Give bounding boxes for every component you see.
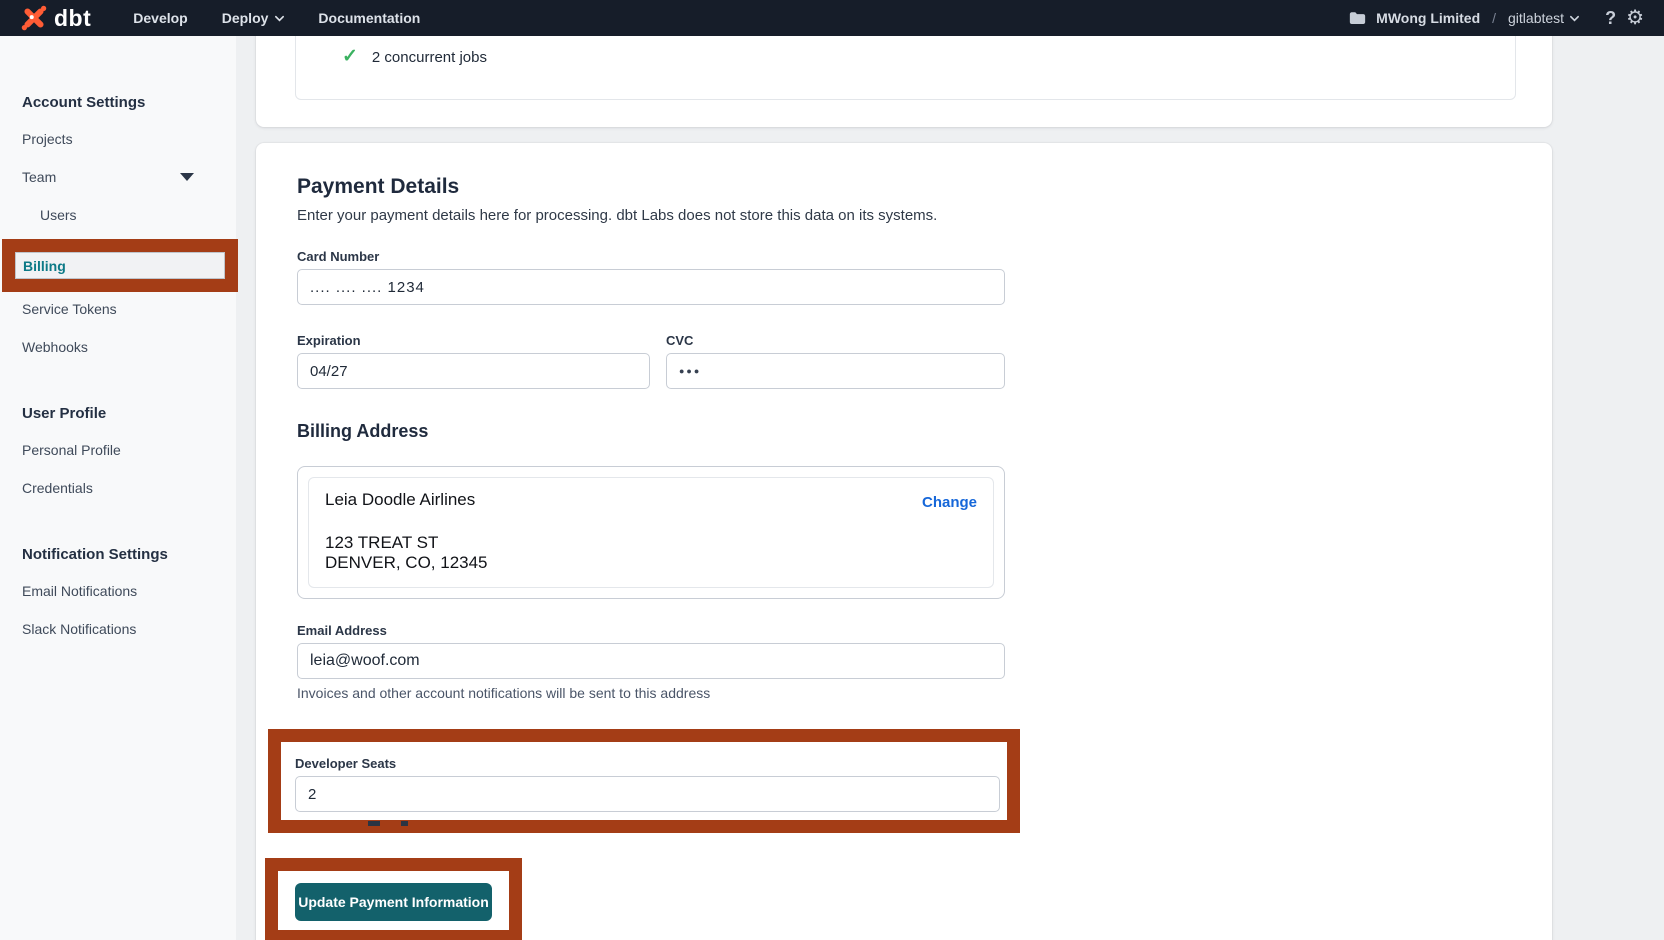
sidebar-item-personal-profile[interactable]: Personal Profile bbox=[0, 442, 236, 458]
annotation-box-update-button: Update Payment Information bbox=[265, 858, 522, 940]
plan-feature-text: 2 concurrent jobs bbox=[372, 49, 487, 66]
change-address-link[interactable]: Change bbox=[922, 494, 977, 511]
sidebar-heading-user-profile: User Profile bbox=[0, 405, 236, 422]
settings-sidebar: Account Settings Projects Team Users Bil… bbox=[0, 36, 236, 940]
project-selector[interactable]: gitlabtest bbox=[1508, 10, 1579, 26]
developer-seats-label: Developer Seats bbox=[295, 756, 1000, 772]
billing-address-lines: 123 TREAT ST DENVER, CO, 12345 bbox=[325, 533, 977, 573]
caret-down-icon bbox=[180, 173, 194, 181]
usage-card: You are currently using 1 seat ✓ 2 concu… bbox=[256, 20, 1552, 127]
billing-address-name: Leia Doodle Airlines bbox=[325, 490, 475, 510]
folder-icon bbox=[1349, 11, 1366, 25]
sidebar-item-projects[interactable]: Projects bbox=[0, 131, 236, 147]
cvc-group: CVC ●●● bbox=[666, 333, 1005, 389]
sidebar-heading-account-settings: Account Settings bbox=[0, 94, 236, 111]
check-icon: ✓ bbox=[342, 48, 358, 66]
chevron-down-icon bbox=[274, 13, 284, 23]
navbar-right: MWong Limited / gitlabtest ? ⚙ bbox=[1349, 8, 1644, 29]
expiration-group: Expiration 04/27 bbox=[297, 333, 650, 389]
annotation-box-billing: Billing bbox=[2, 239, 238, 292]
payment-details-subtitle: Enter your payment details here for proc… bbox=[297, 207, 1005, 225]
developer-seats-input[interactable]: 2 bbox=[295, 776, 1000, 812]
email-label: Email Address bbox=[297, 623, 1005, 639]
nav-item-develop[interactable]: Develop bbox=[133, 10, 187, 26]
expiration-label: Expiration bbox=[297, 333, 650, 349]
top-navbar: dbt Develop Deploy Documentation MWong L… bbox=[0, 0, 1664, 36]
sidebar-item-team[interactable]: Team bbox=[0, 169, 236, 185]
dbt-logo-icon bbox=[20, 4, 48, 32]
cvc-label: CVC bbox=[666, 333, 1005, 349]
sidebar-item-credentials[interactable]: Credentials bbox=[0, 480, 236, 496]
nav-item-documentation[interactable]: Documentation bbox=[318, 10, 420, 26]
cvc-input[interactable]: ●●● bbox=[666, 353, 1005, 389]
sidebar-item-users[interactable]: Users bbox=[0, 207, 236, 223]
payment-details-title: Payment Details bbox=[297, 175, 1005, 199]
dbt-logo[interactable]: dbt bbox=[20, 4, 91, 32]
email-help-text: Invoices and other account notifications… bbox=[297, 685, 1005, 701]
billing-address-inner: Leia Doodle Airlines Change 123 TREAT ST… bbox=[308, 477, 994, 588]
obscured-text-fragment bbox=[401, 821, 408, 826]
card-number-label: Card Number bbox=[297, 249, 1005, 265]
card-number-group: Card Number .... .... .... 1234 bbox=[297, 249, 1005, 305]
obscured-text-fragment bbox=[368, 821, 380, 826]
billing-address-title: Billing Address bbox=[297, 405, 1005, 442]
address-line2: DENVER, CO, 12345 bbox=[325, 553, 977, 573]
expiration-input[interactable]: 04/27 bbox=[297, 353, 650, 389]
help-icon[interactable]: ? bbox=[1605, 8, 1616, 29]
update-payment-button[interactable]: Update Payment Information bbox=[295, 883, 492, 921]
sidebar-item-billing[interactable]: Billing bbox=[15, 252, 225, 279]
sidebar-item-email-notifications[interactable]: Email Notifications bbox=[0, 583, 236, 599]
annotation-box-developer-seats: Developer Seats 2 bbox=[268, 729, 1020, 833]
sidebar-heading-notification-settings: Notification Settings bbox=[0, 546, 236, 563]
gear-icon[interactable]: ⚙ bbox=[1626, 8, 1644, 28]
address-line1: 123 TREAT ST bbox=[325, 533, 977, 553]
plan-feature-row: ✓ 2 concurrent jobs bbox=[342, 48, 487, 66]
chevron-down-icon bbox=[1569, 13, 1579, 23]
sidebar-item-service-tokens[interactable]: Service Tokens bbox=[0, 301, 236, 317]
breadcrumb-separator: / bbox=[1490, 10, 1498, 26]
billing-address-box: Leia Doodle Airlines Change 123 TREAT ST… bbox=[297, 466, 1005, 599]
sidebar-item-slack-notifications[interactable]: Slack Notifications bbox=[0, 621, 236, 637]
dbt-wordmark: dbt bbox=[54, 5, 91, 32]
nav-item-deploy[interactable]: Deploy bbox=[222, 10, 285, 26]
payment-details-card: Payment Details Enter your payment detai… bbox=[256, 143, 1552, 940]
sidebar-item-webhooks[interactable]: Webhooks bbox=[0, 339, 236, 355]
navbar-menu: Develop Deploy Documentation bbox=[133, 10, 420, 26]
email-input[interactable]: leia@woof.com bbox=[297, 643, 1005, 679]
main-content: You are currently using 1 seat ✓ 2 concu… bbox=[256, 36, 1552, 940]
account-name[interactable]: MWong Limited bbox=[1376, 10, 1480, 26]
card-number-input[interactable]: .... .... .... 1234 bbox=[297, 269, 1005, 305]
email-group: Email Address leia@woof.com Invoices and… bbox=[297, 623, 1005, 701]
